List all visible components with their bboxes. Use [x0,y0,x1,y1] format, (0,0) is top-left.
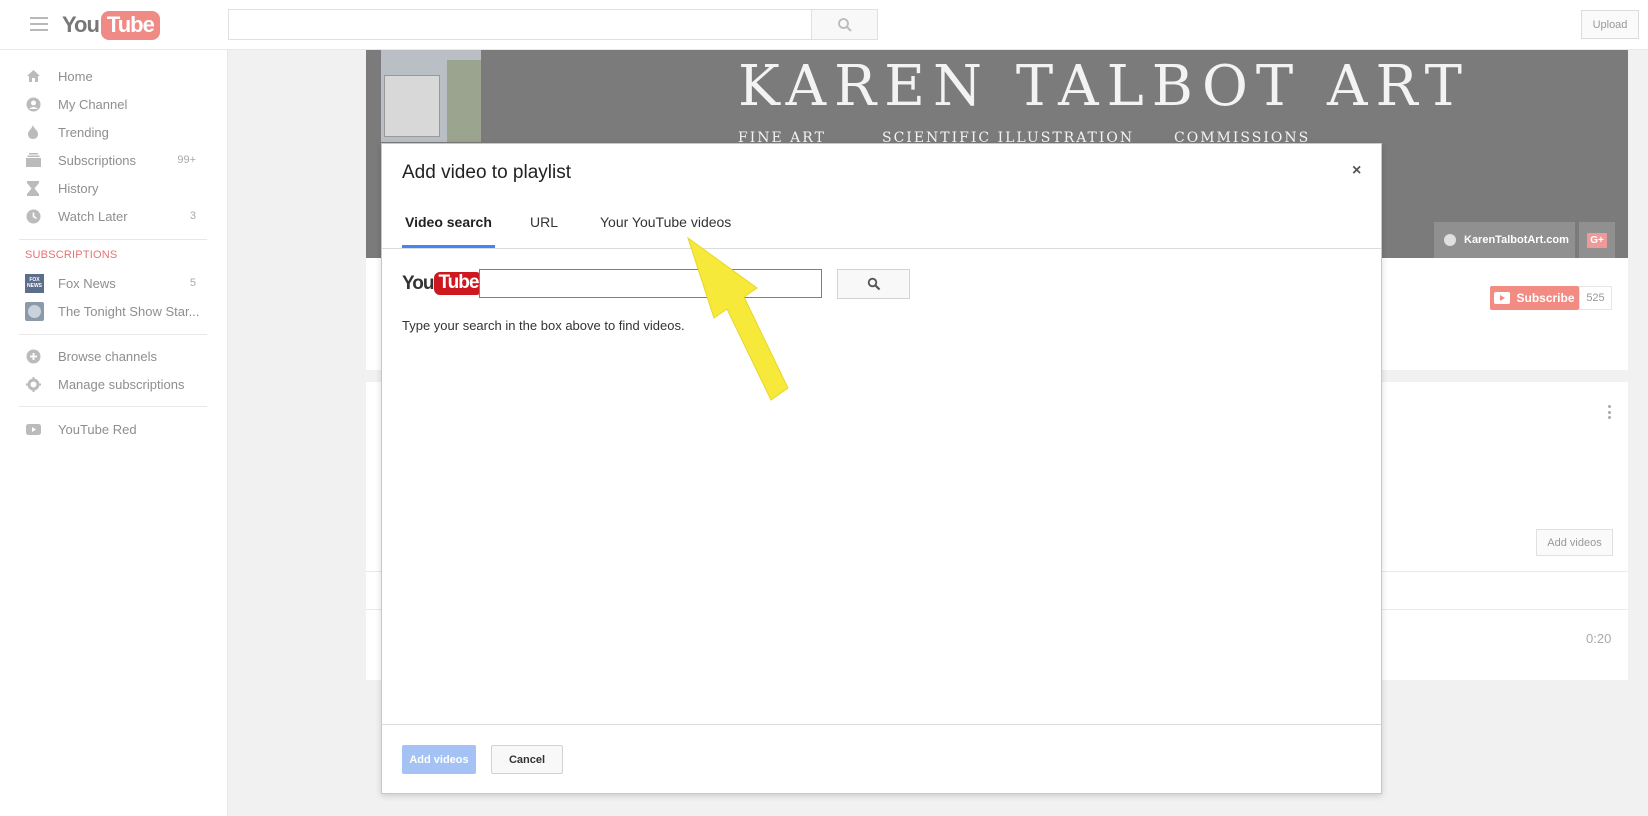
gear-icon [25,376,41,392]
sidebar-item-label: Manage subscriptions [58,376,185,392]
channel-thumbnail: FOX NEWS [25,273,44,293]
search-icon [837,17,852,32]
sidebar-item-label: The Tonight Show Star... [58,303,200,319]
subscriptions-icon [25,152,41,168]
sidebar-item-label: Subscriptions [58,152,137,168]
sidebar-item-label: History [58,180,99,196]
sidebar-item-my-channel[interactable]: My Channel [25,90,205,118]
upload-button[interactable]: Upload [1581,10,1639,39]
sidebar-item-home[interactable]: Home [25,62,205,90]
sidebar-item-label: Home [58,68,93,84]
sidebar-item-label: Trending [58,124,109,140]
plus-circle-icon [25,348,41,364]
sidebar: Home My Channel Trending Subscriptions 9… [0,50,228,816]
fox-news-count: 5 [189,277,196,289]
add-videos-button[interactable]: Add videos [1536,529,1613,556]
sidebar-subscription-fox-news[interactable]: FOX NEWS Fox News 5 [25,269,205,297]
website-link[interactable]: KarenTalbotArt.com [1434,222,1575,258]
sidebar-subscription-tonight-show[interactable]: The Tonight Show Star... [25,297,205,325]
divider [19,406,207,407]
subscribe-button[interactable]: Subscribe [1490,286,1579,310]
cancel-button[interactable]: Cancel [491,745,563,774]
home-icon [25,68,41,84]
search-icon [867,277,880,291]
add-videos-button[interactable]: Add videos [402,745,476,774]
sidebar-item-label: Fox News [58,275,116,291]
logo-tube-text: Tube [100,10,160,40]
sidebar-item-manage-subscriptions[interactable]: Manage subscriptions [25,370,205,398]
youtube-logo[interactable]: You Tube [62,10,160,40]
clock-icon [25,208,41,224]
fox-news-thumb-text: FOX NEWS [25,273,44,293]
account-icon [25,96,41,112]
divider [19,239,207,240]
close-icon[interactable]: × [1352,162,1361,180]
channel-thumbnail [25,301,44,321]
subscribe-label: Subscribe [1516,291,1575,305]
tab-video-search[interactable]: Video search [402,214,495,248]
sidebar-item-subscriptions[interactable]: Subscriptions 99+ [25,146,205,174]
sidebar-item-label: Browse channels [58,348,157,364]
youtube-red-icon [25,421,41,437]
sidebar-item-label: My Channel [58,96,128,112]
search-input[interactable] [228,9,812,40]
tab-your-youtube-videos[interactable]: Your YouTube videos [600,214,731,248]
subscriptions-section-title: SUBSCRIPTIONS [25,249,118,261]
google-plus-icon: G+ [1587,232,1607,248]
flame-icon [25,124,41,140]
add-video-dialog: Add video to playlist × Video search URL… [381,143,1382,794]
banner-photo [381,50,481,142]
tab-url[interactable]: URL [530,214,558,248]
video-search-input[interactable] [479,269,822,298]
menu-icon[interactable] [30,17,48,33]
logo-you-text: You [402,272,435,294]
subscriber-count: 525 [1579,286,1612,310]
masthead: You Tube Upload [0,0,1648,50]
footer-divider [382,724,1381,725]
search-hint: Type your search in the box above to fin… [402,318,685,333]
subscriptions-count: 99+ [177,154,196,166]
youtube-logo: You Tube [402,272,483,295]
google-plus-link[interactable]: G+ [1579,222,1615,258]
search-button[interactable] [811,9,878,40]
sidebar-item-watch-later[interactable]: Watch Later 3 [25,202,205,230]
logo-tube-text: Tube [434,272,483,295]
website-link-label: KarenTalbotArt.com [1464,234,1569,246]
sidebar-item-history[interactable]: History [25,174,205,202]
sidebar-item-browse-channels[interactable]: Browse channels [25,342,205,370]
video-duration: 0:20 [1586,631,1612,646]
logo-you-text: You [62,12,100,37]
more-options-icon[interactable] [1608,405,1612,419]
sidebar-item-trending[interactable]: Trending [25,118,205,146]
video-search-button[interactable] [837,269,910,299]
watch-later-count: 3 [189,210,196,222]
sidebar-item-label: Watch Later [58,208,128,224]
globe-icon [1444,234,1456,246]
youtube-play-icon [1494,292,1511,304]
tabs-divider [382,248,1381,249]
sidebar-item-label: YouTube Red [58,421,137,437]
hourglass-icon [25,180,41,196]
sidebar-item-youtube-red[interactable]: YouTube Red [25,415,205,443]
dialog-title: Add video to playlist [402,162,571,183]
banner-title: KAREN TALBOT ART [738,54,1470,119]
divider [19,334,207,335]
